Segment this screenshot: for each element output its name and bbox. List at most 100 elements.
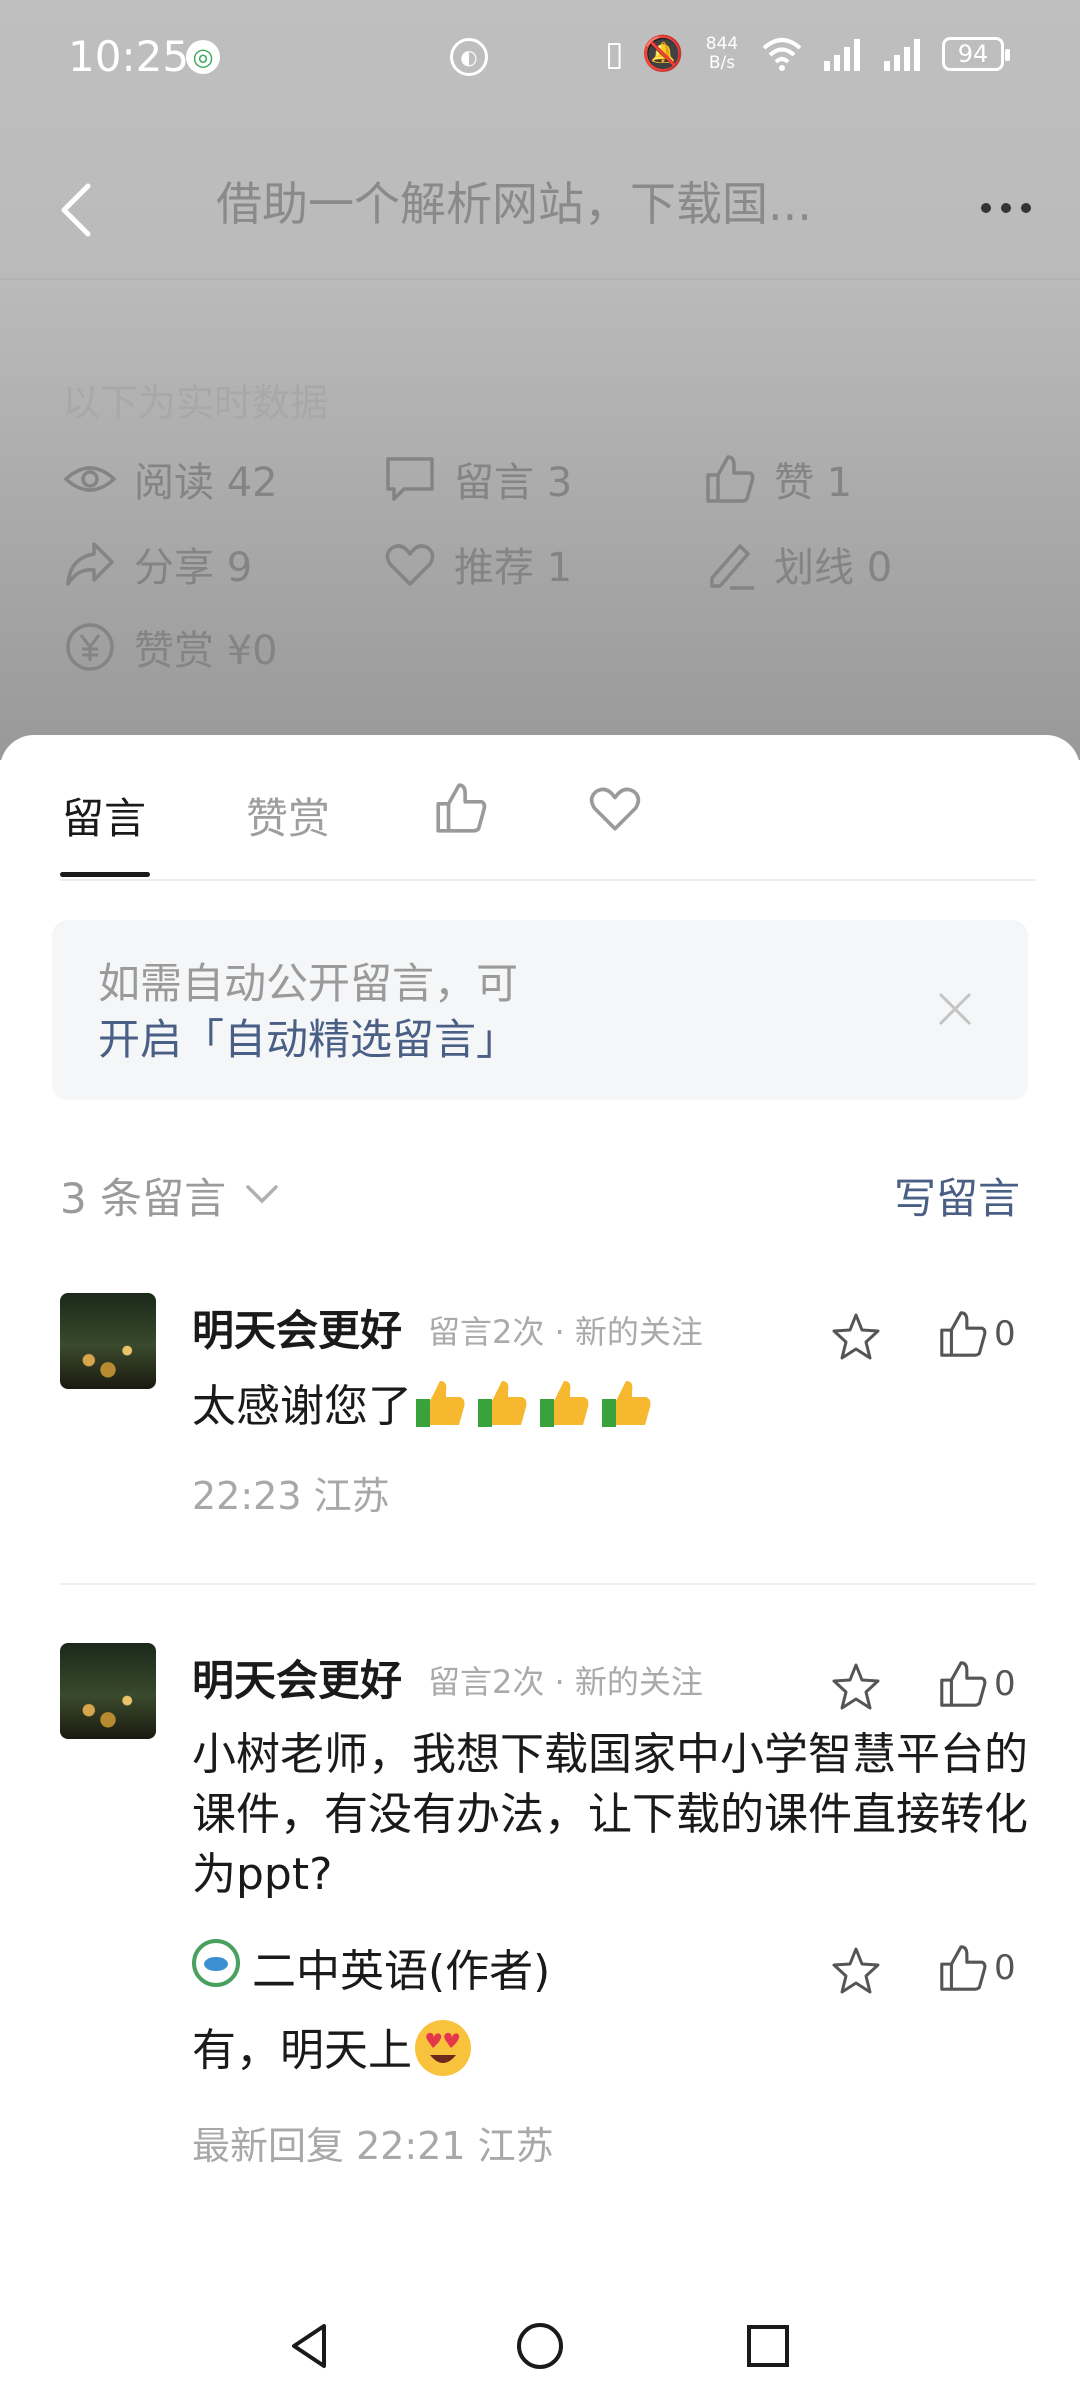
auto-select-notice: 如需自动公开留言，可开启「自动精选留言」 [52, 920, 1028, 1100]
like-count: 0 [994, 1664, 1016, 1704]
stat-likes: 赞 1 [702, 450, 852, 508]
enable-auto-select-link[interactable]: 开启「自动精选留言」 [98, 1015, 518, 1064]
like-button[interactable]: 0 [936, 1941, 1016, 1995]
pencil-icon [710, 544, 754, 590]
status-bar: 10:25 ◎ ◐ ▯ 🔕 844 B/s 94 [0, 0, 1080, 110]
stat-comments: 留言 3 [382, 450, 572, 508]
stat-shares: 分享 9 [62, 535, 252, 593]
comment-text: 太感谢您了 [192, 1375, 1032, 1437]
active-tab-indicator [60, 872, 150, 877]
wechat-status-icon: ◎ [186, 40, 220, 74]
network-speed-value: 844 [705, 34, 739, 54]
sheet-tabs: 留言 赞赏 [0, 735, 1080, 883]
network-speed-unit: B/s [708, 53, 736, 73]
home-circle-icon[interactable] [512, 2318, 568, 2374]
like-count: 0 [994, 1314, 1016, 1354]
like-button[interactable]: 0 [936, 1307, 1016, 1361]
star-icon[interactable] [828, 1943, 884, 1999]
stat-comments-label: 留言 3 [454, 460, 573, 506]
commenter-meta: 留言2次 · 新的关注 [428, 1313, 703, 1351]
wifi-icon [762, 38, 802, 71]
status-icons: ▯ 🔕 844 B/s 94 [604, 34, 1010, 74]
reply-text: 有，明天上 [192, 2017, 1032, 2081]
realtime-data-label: 以下为实时数据 [62, 381, 329, 425]
thumbs-up-icon [940, 1661, 987, 1707]
star-icon[interactable] [828, 1309, 884, 1365]
tabs-divider [60, 879, 1035, 881]
author-avatar[interactable] [192, 1939, 240, 1987]
write-comment-button[interactable]: 写留言 [894, 1165, 1020, 1226]
back-arrow-icon[interactable] [56, 180, 96, 240]
chevron-down-icon[interactable] [242, 1179, 282, 1211]
thumbs-up-icon [940, 1945, 987, 1991]
comment-item: 明天会更好 留言2次 · 新的关注 0 太感谢您了 22:23 江苏 [0, 1293, 1080, 1518]
stat-reads: 阅读 42 [62, 450, 278, 508]
comment-item: 明天会更好 留言2次 · 新的关注 0 小树老师，我想下载国家中小学智慧平台的课… [0, 1643, 1080, 2203]
star-icon[interactable] [828, 1659, 884, 1715]
heart-eyes-emoji [415, 2020, 471, 2076]
nfc-icon: ▯ [604, 34, 624, 74]
reply-author-name[interactable]: 二中英语(作者) [252, 1935, 550, 1999]
author-reply: 二中英语(作者) 0 有，明天上 最新回复 22:21 江苏 [0, 1935, 1080, 2185]
battery-indicator: 94 [942, 37, 1010, 71]
system-nav-bar [0, 2290, 1080, 2403]
close-icon[interactable] [934, 988, 976, 1030]
commenter-name[interactable]: 明天会更好 [192, 1647, 402, 1708]
thumbs-up-emoji [540, 1381, 589, 1427]
comment-time: 22:23 江苏 [192, 1474, 390, 1518]
tab-comments[interactable]: 留言 [62, 785, 146, 865]
stat-rewards: 赞赏 ¥0 [62, 618, 278, 676]
thumbs-up-emoji [478, 1381, 527, 1427]
like-count: 0 [994, 1948, 1016, 1988]
thumbs-up-emoji [416, 1381, 465, 1427]
status-time: 10:25 [68, 32, 190, 81]
eye-icon [63, 466, 117, 492]
thumbs-up-icon [706, 455, 755, 503]
article-title: 借助一个解析网站，下载国... [216, 177, 812, 231]
comment-count-row: 3 条留言 写留言 [60, 1165, 1020, 1235]
stat-rewards-label: 赞赏 ¥0 [134, 628, 278, 674]
stat-reads-label: 阅读 42 [134, 460, 278, 506]
comment-divider [60, 1583, 1035, 1585]
comments-sheet: 留言 赞赏 如需自动公开留言，可开启「自动精选留言」 3 条留言 写留言 明天会… [0, 735, 1080, 2403]
thumbs-up-emoji [602, 1381, 651, 1427]
stat-shares-label: 分享 9 [134, 545, 253, 591]
notice-prefix: 如需自动公开留言，可 [98, 959, 519, 1008]
notice-text: 如需自动公开留言，可开启「自动精选留言」 [98, 956, 918, 1068]
more-options-icon[interactable] [976, 188, 1036, 228]
recent-apps-square-icon[interactable] [740, 2318, 796, 2374]
stat-recommends: 推荐 1 [382, 535, 572, 593]
heart-icon [385, 544, 435, 586]
share-icon [66, 542, 114, 586]
reply-time: 最新回复 22:21 江苏 [192, 2124, 554, 2168]
avatar[interactable] [60, 1293, 156, 1389]
comment-text: 小树老师，我想下载国家中小学智慧平台的课件，有没有办法，让下载的课件直接转化为p… [192, 1729, 1028, 1900]
comment-icon [386, 457, 434, 501]
signal-icon-1 [824, 39, 860, 71]
reply-text-body: 有，明天上 [192, 2025, 412, 2076]
avatar[interactable] [60, 1643, 156, 1739]
heart-icon[interactable] [586, 779, 644, 837]
commenter-name[interactable]: 明天会更好 [192, 1297, 402, 1358]
network-speed: 844 B/s [702, 35, 742, 73]
back-triangle-icon[interactable] [282, 2318, 338, 2374]
notification-status-icon: ◐ [450, 38, 488, 76]
divider [62, 308, 1020, 310]
screen: 10:25 ◎ ◐ ▯ 🔕 844 B/s 94 借助一个解析网站，下载国...… [0, 0, 1080, 2403]
stat-underlines: 划线 0 [702, 535, 892, 593]
signal-icon-2 [884, 39, 920, 71]
stat-underlines-label: 划线 0 [774, 545, 893, 591]
comment-count-label[interactable]: 3 条留言 [60, 1165, 226, 1226]
thumbs-up-icon [940, 1311, 987, 1357]
background-page: 10:25 ◎ ◐ ▯ 🔕 844 B/s 94 借助一个解析网站，下载国...… [0, 0, 1080, 760]
stat-recommends-label: 推荐 1 [454, 545, 573, 591]
commenter-meta: 留言2次 · 新的关注 [428, 1663, 703, 1701]
tab-rewards[interactable]: 赞赏 [246, 785, 330, 865]
top-nav-bar: 借助一个解析网站，下载国... [0, 110, 1080, 280]
like-button[interactable]: 0 [936, 1657, 1016, 1711]
comment-text-body: 太感谢您了 [192, 1381, 412, 1432]
mute-bell-icon: 🔕 [641, 34, 684, 74]
yen-icon [66, 623, 114, 671]
thumbs-up-icon[interactable] [432, 779, 490, 837]
stat-likes-label: 赞 1 [774, 460, 853, 506]
